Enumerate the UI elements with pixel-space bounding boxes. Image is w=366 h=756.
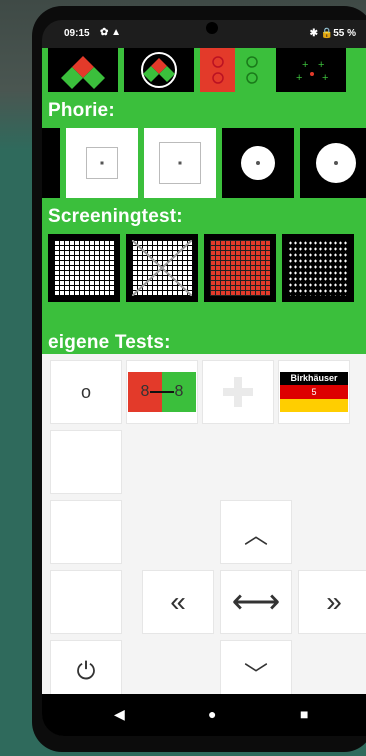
horizontal-arrow-button[interactable]: ⟷ bbox=[220, 570, 292, 634]
power-icon: ⏻ bbox=[76, 658, 96, 685]
birkhaeuser-button[interactable]: Birkhäuser 5 bbox=[278, 360, 350, 424]
connector-line-icon bbox=[150, 391, 174, 393]
faint-cross-icon bbox=[223, 377, 253, 407]
phone-screen: 09:15 ✿ ▲ ✱ 🔒55 % + + + + Phorie: Screen… bbox=[42, 20, 366, 736]
svg-text:+: + bbox=[322, 72, 328, 84]
camera-cutout bbox=[206, 22, 218, 34]
birkhaeuser-number: 5 bbox=[280, 385, 348, 399]
screening-tile-dots[interactable] bbox=[282, 234, 354, 302]
double-arrow-icon: ⟷ bbox=[231, 583, 281, 621]
recent-apps-icon[interactable]: ■ bbox=[300, 706, 308, 722]
section-own-tests-label: eigene Tests: bbox=[48, 332, 171, 353]
double-chevron-right-icon: » bbox=[326, 586, 342, 617]
circle-test-label: o bbox=[80, 381, 91, 402]
empty-slot-button-3[interactable] bbox=[50, 570, 122, 634]
center-dot-icon bbox=[178, 161, 182, 165]
status-time: 09:15 bbox=[64, 28, 90, 39]
diagonal-cross-icon bbox=[132, 240, 192, 296]
top-test-3[interactable] bbox=[200, 48, 270, 92]
grid-pattern-icon bbox=[54, 240, 114, 296]
cross-dots-icon: + + + + bbox=[296, 59, 328, 84]
red-green-diamond-icon bbox=[61, 56, 105, 89]
eight-redgreen-button[interactable]: 8 8 bbox=[126, 360, 198, 424]
chevron-up-icon: ︿ bbox=[244, 521, 268, 549]
double-chevron-left-icon: « bbox=[170, 586, 186, 617]
german-flag-card: Birkhäuser 5 bbox=[280, 372, 348, 412]
svg-text:+: + bbox=[318, 59, 324, 71]
test-board: + + + + Phorie: Screeningtest: eigene Te… bbox=[42, 48, 366, 354]
screening-tile-grid[interactable] bbox=[48, 234, 120, 302]
birkhaeuser-title: Birkhäuser bbox=[280, 372, 348, 385]
top-test-4[interactable]: + + + + bbox=[276, 48, 346, 92]
back-nav-icon[interactable]: ◀ bbox=[114, 706, 125, 723]
top-test-2[interactable] bbox=[124, 48, 194, 92]
svg-text:+: + bbox=[302, 59, 308, 71]
circle-diamond-icon bbox=[141, 52, 177, 88]
left-arrow-button[interactable]: « bbox=[142, 570, 214, 634]
status-bar: 09:15 ✿ ▲ ✱ 🔒55 % bbox=[42, 20, 366, 48]
cross-test-button[interactable] bbox=[202, 360, 274, 424]
section-screening-label: Screeningtest: bbox=[48, 206, 183, 227]
home-nav-icon[interactable]: ● bbox=[208, 706, 216, 722]
battery-status: ✱ 🔒55 % bbox=[309, 28, 356, 39]
circle-test-button[interactable]: o bbox=[50, 360, 122, 424]
red-grid-pattern-icon bbox=[210, 240, 270, 296]
right-arrow-button[interactable]: » bbox=[298, 570, 366, 634]
phorie-tile-2[interactable] bbox=[144, 128, 216, 198]
phorie-tile-4[interactable] bbox=[300, 128, 366, 198]
screening-tile-x-grid[interactable] bbox=[126, 234, 198, 302]
domino-red-green-icon bbox=[212, 48, 270, 92]
top-test-1[interactable] bbox=[48, 48, 118, 92]
center-dot-icon bbox=[334, 161, 338, 165]
up-arrow-button[interactable]: ︿ bbox=[220, 500, 292, 564]
eight-redgreen-card: 8 8 bbox=[128, 372, 196, 412]
flag-gold-stripe bbox=[280, 399, 348, 412]
phorie-partial-tile[interactable] bbox=[42, 128, 60, 198]
center-dot-icon bbox=[100, 161, 104, 165]
dot-pattern-icon bbox=[288, 240, 348, 296]
empty-slot-button-1[interactable] bbox=[50, 430, 122, 494]
center-dot-icon bbox=[256, 161, 260, 165]
section-phorie-label: Phorie: bbox=[48, 100, 115, 121]
status-icons: ✿ ▲ bbox=[100, 27, 122, 38]
screening-tile-red-grid[interactable] bbox=[204, 234, 276, 302]
navigation-bar: ◀ ● ■ bbox=[42, 694, 366, 736]
own-tests-panel: o 8 8 Birkhäuser 5 ⏻ ︿ « ⟷ » ﹀ bbox=[42, 354, 366, 704]
svg-text:+: + bbox=[296, 72, 302, 84]
phorie-tile-1[interactable] bbox=[66, 128, 138, 198]
chevron-down-icon: ﹀ bbox=[244, 661, 268, 689]
empty-slot-button-2[interactable] bbox=[50, 500, 122, 564]
phorie-tile-3[interactable] bbox=[222, 128, 294, 198]
